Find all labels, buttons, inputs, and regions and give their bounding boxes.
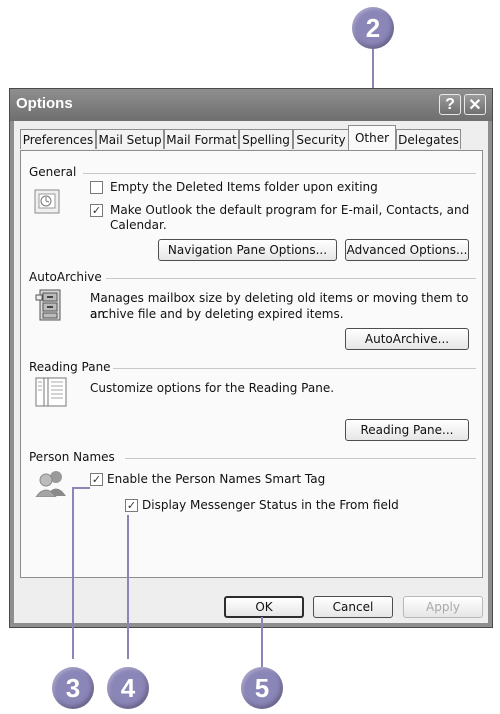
tab-delegates[interactable]: Delegates — [396, 129, 461, 149]
reading-pane-divider — [113, 368, 476, 369]
general-divider — [83, 173, 476, 174]
callout-4-line — [127, 515, 129, 659]
general-heading: General — [29, 165, 77, 179]
reading-pane-icon — [35, 377, 67, 407]
title-bar[interactable]: Options ? ✕ — [10, 89, 492, 121]
tab-mail-format[interactable]: Mail Format — [164, 129, 239, 149]
help-icon: ? — [445, 95, 455, 113]
tab-mail-setup[interactable]: Mail Setup — [96, 129, 164, 149]
tab-security[interactable]: Security — [293, 129, 349, 149]
callout-3-line — [72, 487, 74, 659]
navigation-pane-options-button[interactable]: Navigation Pane Options... — [158, 239, 337, 261]
default-program-checkbox[interactable]: ✓ — [90, 204, 103, 217]
reading-pane-heading: Reading Pane — [29, 360, 111, 374]
person-names-smart-tag-label[interactable]: Enable the Person Names Smart Tag — [107, 471, 325, 487]
person-names-heading: Person Names — [29, 450, 115, 464]
callout-2: 2 — [352, 7, 394, 49]
callout-3-connector — [72, 487, 90, 489]
callout-5-line — [261, 617, 263, 667]
dialog-client: Preferences Mail Setup Mail Format Spell… — [14, 121, 488, 623]
default-program-label-line2[interactable]: Calendar. — [110, 217, 167, 233]
messenger-status-label[interactable]: Display Messenger Status in the From fie… — [142, 497, 399, 513]
tab-spelling[interactable]: Spelling — [239, 129, 293, 149]
callout-5: 5 — [241, 667, 283, 709]
autoarchive-button[interactable]: AutoArchive... — [345, 328, 469, 350]
empty-deleted-items-label[interactable]: Empty the Deleted Items folder upon exit… — [110, 179, 378, 195]
file-cabinet-icon — [35, 289, 61, 321]
person-names-divider — [125, 458, 476, 459]
window-title: Options — [16, 95, 73, 112]
reading-pane-button[interactable]: Reading Pane... — [345, 419, 469, 441]
autoarchive-divider — [106, 278, 476, 279]
tab-other[interactable]: Other — [348, 125, 396, 150]
close-icon: ✕ — [468, 96, 482, 114]
apply-button: Apply — [403, 596, 483, 618]
close-button[interactable]: ✕ — [464, 94, 486, 115]
person-names-icon — [35, 471, 66, 497]
callout-3: 3 — [52, 667, 94, 709]
messenger-status-checkbox[interactable]: ✓ — [125, 499, 138, 512]
person-names-smart-tag-checkbox[interactable]: ✓ — [90, 473, 103, 486]
reading-pane-description: Customize options for the Reading Pane. — [90, 381, 335, 395]
advanced-options-button[interactable]: Advanced Options... — [345, 239, 469, 261]
autoarchive-heading: AutoArchive — [29, 270, 102, 284]
default-program-label-line1[interactable]: Make Outlook the default program for E-m… — [110, 202, 469, 218]
options-dialog: Options ? ✕ Preferences Mail Setup Mail … — [9, 88, 493, 628]
ok-button[interactable]: OK — [224, 596, 304, 618]
general-options-icon — [34, 189, 60, 214]
empty-deleted-items-checkbox[interactable] — [90, 181, 103, 194]
autoarchive-description-line2: archive file and by deleting expired ite… — [90, 307, 344, 321]
tab-preferences[interactable]: Preferences — [20, 129, 96, 149]
help-button[interactable]: ? — [439, 94, 461, 115]
callout-4: 4 — [107, 667, 149, 709]
cancel-button[interactable]: Cancel — [313, 596, 393, 618]
other-tab-panel: General Empty the Deleted Items folder u… — [20, 150, 483, 578]
